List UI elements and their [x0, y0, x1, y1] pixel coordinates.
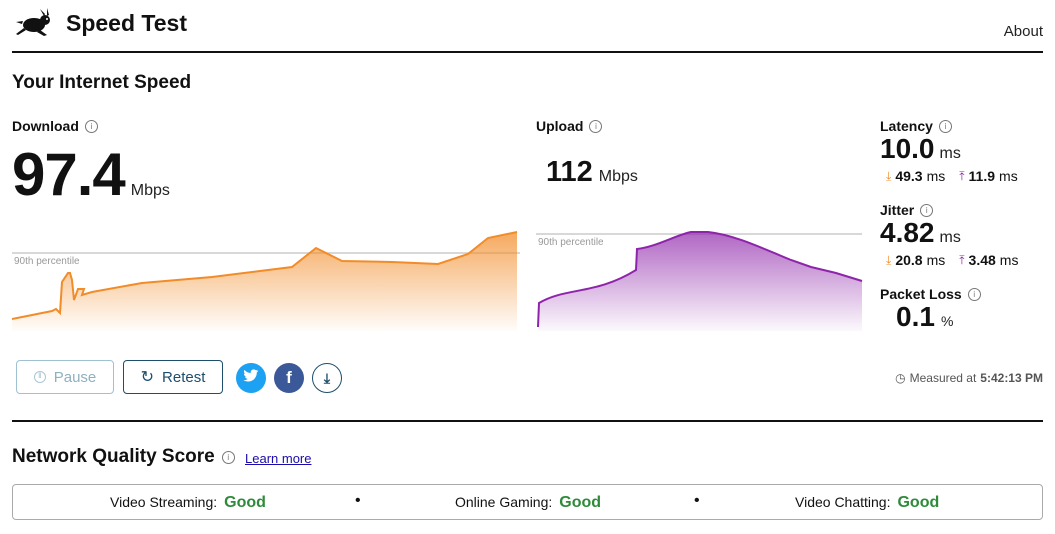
latency-label: Latency i	[880, 118, 952, 134]
section-divider	[12, 420, 1043, 422]
jitter-number: 4.82	[880, 217, 935, 248]
upload-chart: 90th percentile	[536, 231, 863, 331]
download-arrow-icon: ⤓	[886, 252, 892, 267]
facebook-share-button[interactable]: f	[274, 363, 304, 393]
section-title: Your Internet Speed	[12, 72, 192, 93]
latency-up-value: 11.9	[968, 168, 996, 184]
download-icon: ⤓	[323, 369, 331, 386]
info-icon[interactable]: i	[221, 450, 235, 464]
measured-time: 5:42:13 PM	[980, 371, 1043, 385]
info-icon[interactable]: i	[589, 119, 603, 133]
latency-unit: ms	[939, 145, 961, 162]
quality-score-box: Video Streaming: Good • Online Gaming: G…	[12, 484, 1043, 520]
jitter-down-value: 20.8	[895, 252, 923, 268]
jitter-value: 4.82 ms	[880, 217, 961, 249]
upload-label: Upload i	[536, 118, 603, 134]
info-icon[interactable]: i	[920, 203, 934, 217]
jitter-details: ⤓ 20.8 ms ⤒ 3.48 ms	[886, 252, 1019, 268]
video-chatting-score: Video Chatting: Good	[795, 494, 940, 511]
info-icon[interactable]: i	[84, 119, 98, 133]
separator-bullet: •	[355, 492, 361, 509]
video-streaming-score: Video Streaming: Good	[110, 494, 266, 511]
learn-more-link[interactable]: Learn more	[245, 451, 311, 466]
network-quality-title: Network Quality Score i	[12, 446, 235, 468]
latency-details: ⤓ 49.3 ms ⤒ 11.9 ms	[886, 168, 1018, 184]
refresh-icon: ↻	[140, 369, 155, 386]
info-icon[interactable]: i	[938, 119, 952, 133]
download-chart: 90th percentile	[12, 231, 520, 331]
download-value: 97.4 Mbps	[12, 140, 170, 209]
packet-loss-number: 0.1	[896, 301, 935, 332]
packet-loss-unit: %	[940, 313, 954, 329]
jitter-up-value: 3.48	[968, 252, 996, 268]
measured-at: ◷ Measured at 5:42:13 PM	[895, 371, 1043, 385]
upload-percentile-label: 90th percentile	[538, 237, 604, 248]
about-link[interactable]: About	[1004, 23, 1043, 40]
latency-number: 10.0	[880, 133, 935, 164]
separator-bullet: •	[694, 492, 700, 509]
download-number: 97.4	[12, 141, 126, 208]
twitter-icon	[243, 369, 259, 387]
header-divider	[12, 51, 1043, 53]
pause-button[interactable]: ǁ Pause	[16, 360, 114, 394]
info-icon[interactable]: i	[967, 287, 981, 301]
download-results-button[interactable]: ⤓	[312, 363, 342, 393]
jitter-unit: ms	[939, 229, 961, 246]
pause-icon: ǁ	[33, 371, 46, 383]
app-title: Speed Test	[66, 10, 187, 36]
download-area	[12, 232, 517, 331]
twitter-share-button[interactable]	[236, 363, 266, 393]
download-arrow-icon: ⤓	[886, 168, 892, 183]
download-percentile-label: 90th percentile	[14, 256, 80, 267]
rabbit-logo-icon	[14, 8, 54, 38]
download-unit: Mbps	[130, 182, 170, 199]
latency-down-value: 49.3	[895, 168, 923, 184]
retest-button[interactable]: ↻ Retest	[123, 360, 223, 394]
jitter-label: Jitter i	[880, 202, 934, 218]
upload-value: 112 Mbps	[546, 156, 638, 189]
facebook-icon: f	[286, 368, 292, 387]
packet-loss-value: 0.1 %	[896, 301, 953, 333]
upload-number: 112	[546, 156, 593, 188]
clock-icon: ◷	[895, 371, 906, 385]
packet-loss-label: Packet Loss i	[880, 286, 981, 302]
upload-unit: Mbps	[598, 168, 638, 185]
online-gaming-score: Online Gaming: Good	[455, 494, 602, 511]
upload-arrow-icon: ⤒	[959, 252, 965, 267]
latency-value: 10.0 ms	[880, 133, 961, 165]
upload-arrow-icon: ⤒	[959, 168, 965, 183]
download-label: Download i	[12, 118, 98, 134]
